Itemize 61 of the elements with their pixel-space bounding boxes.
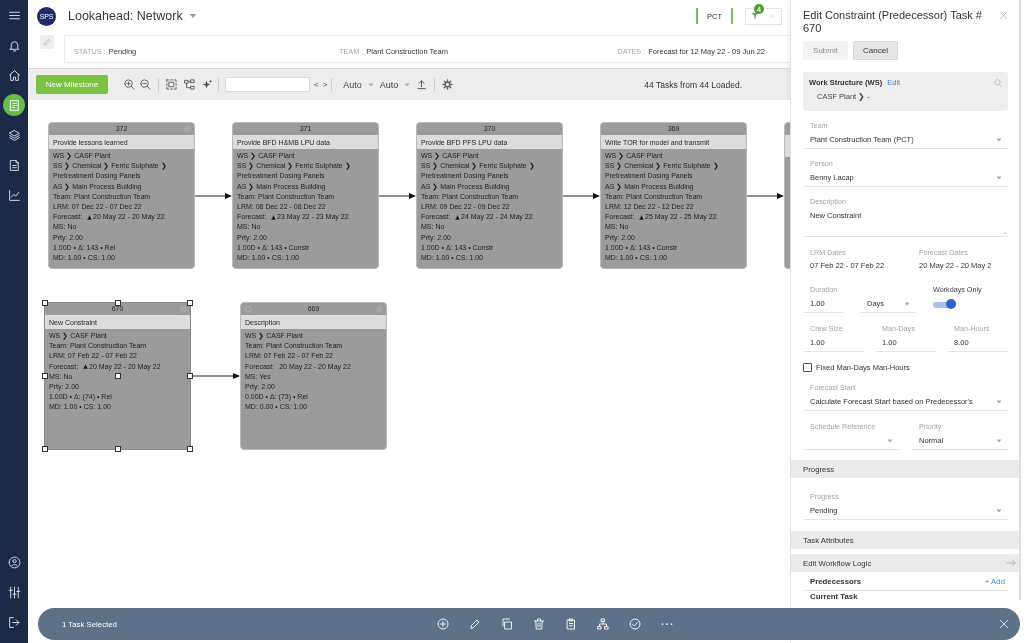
- resize-handle[interactable]: [187, 373, 193, 379]
- sliders-icon[interactable]: [7, 585, 21, 599]
- task-node[interactable]: [600, 122, 747, 269]
- resize-handle[interactable]: [114, 300, 121, 306]
- resize-handle[interactable]: [187, 446, 193, 452]
- zoom-in-icon[interactable]: [124, 79, 135, 90]
- checkbox[interactable]: [803, 362, 812, 372]
- caret-icon: [887, 438, 893, 445]
- next-button[interactable]: >: [322, 80, 328, 89]
- caret-icon: [996, 438, 1002, 445]
- settings-icon[interactable]: [442, 79, 454, 90]
- clipboard-icon[interactable]: [565, 618, 577, 630]
- layout-dropdown[interactable]: Auto: [379, 79, 411, 90]
- workdays-toggle[interactable]: [933, 301, 955, 308]
- pencil-icon[interactable]: [469, 618, 481, 630]
- caret-icon: [904, 301, 910, 308]
- fit-screen-icon[interactable]: [166, 79, 177, 90]
- caret-icon: [367, 81, 374, 88]
- layers-icon: [7, 128, 21, 142]
- cancel-button[interactable]: Cancel: [853, 41, 898, 61]
- resize-handle[interactable]: [114, 373, 121, 379]
- resize-handle[interactable]: [114, 446, 121, 452]
- caret-icon: [996, 508, 1002, 515]
- resize-handle[interactable]: [42, 300, 48, 306]
- arrow-right-icon: [1006, 558, 1016, 569]
- caret-icon: [996, 399, 1002, 406]
- previous-button[interactable]: <: [314, 80, 319, 89]
- zoom-out-icon[interactable]: [140, 79, 151, 90]
- copy-icon[interactable]: [501, 618, 513, 630]
- home-icon: [7, 68, 21, 82]
- view-dropdown[interactable]: Lookahead: Network: [68, 9, 197, 23]
- line-chart-icon: [7, 188, 21, 202]
- user-icon[interactable]: [7, 555, 21, 569]
- caret-icon: [996, 137, 1002, 144]
- resize-handle[interactable]: [42, 373, 48, 379]
- task-node[interactable]: [232, 122, 379, 269]
- check-circle-icon[interactable]: [629, 618, 641, 630]
- resize-handle[interactable]: [42, 446, 48, 452]
- task-node[interactable]: [48, 122, 195, 269]
- scrollbar[interactable]: [1019, 0, 1021, 600]
- task-node[interactable]: [416, 122, 563, 269]
- task-count: 44 Tasks from 44 Loaded.: [644, 79, 742, 90]
- caret-icon: [404, 81, 411, 88]
- sparkle-icon[interactable]: [202, 79, 213, 90]
- layout-dropdown[interactable]: Auto: [343, 79, 374, 90]
- plus-circle-icon[interactable]: [437, 618, 449, 630]
- document-icon: [7, 158, 21, 172]
- resize-handle[interactable]: [187, 300, 193, 306]
- search-field[interactable]: [225, 77, 310, 92]
- caret-icon: [996, 175, 1002, 182]
- sitemap-icon[interactable]: [597, 618, 609, 630]
- nav-button[interactable]: [3, 94, 25, 116]
- list-icon: [7, 98, 21, 112]
- caret-icon: [188, 12, 197, 20]
- trash-icon[interactable]: [533, 618, 545, 630]
- pencil-icon: [43, 38, 51, 46]
- logout-icon[interactable]: [7, 615, 21, 629]
- upload-icon[interactable]: [416, 79, 428, 90]
- panel-title: Edit Constraint (Predecessor) Task # 670: [803, 9, 983, 35]
- bell-icon: [7, 38, 21, 52]
- hierarchy-icon[interactable]: [184, 79, 195, 90]
